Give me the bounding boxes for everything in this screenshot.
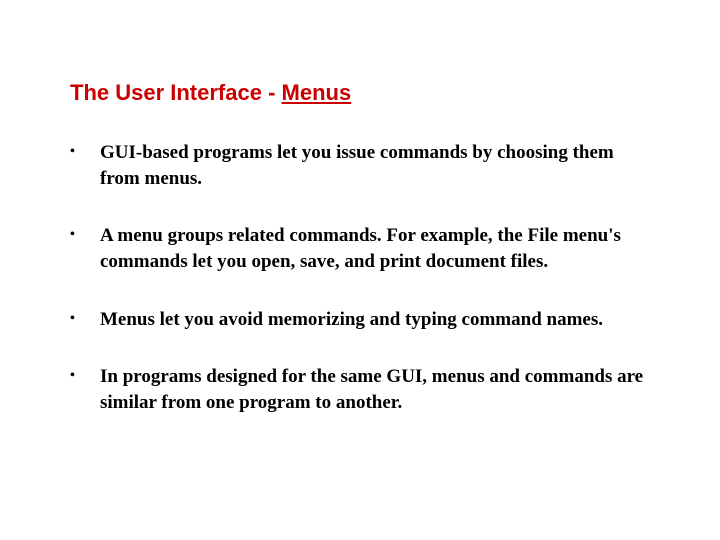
bullet-icon: • xyxy=(70,223,100,245)
slide-title: The User Interface - Menus xyxy=(70,80,650,106)
title-plain-part: The User Interface - xyxy=(70,80,282,105)
bullet-text: In programs designed for the same GUI, m… xyxy=(100,364,650,415)
bullet-icon: • xyxy=(70,307,100,329)
bullet-icon: • xyxy=(70,140,100,162)
bullet-list: • GUI-based programs let you issue comma… xyxy=(70,140,650,415)
bullet-text: A menu groups related commands. For exam… xyxy=(100,223,650,274)
bullet-text: GUI-based programs let you issue command… xyxy=(100,140,650,191)
bullet-text: Menus let you avoid memorizing and typin… xyxy=(100,307,650,333)
list-item: • A menu groups related commands. For ex… xyxy=(70,223,650,274)
bullet-icon: • xyxy=(70,364,100,386)
title-underlined-part: Menus xyxy=(282,80,352,105)
list-item: • GUI-based programs let you issue comma… xyxy=(70,140,650,191)
list-item: • In programs designed for the same GUI,… xyxy=(70,364,650,415)
list-item: • Menus let you avoid memorizing and typ… xyxy=(70,307,650,333)
